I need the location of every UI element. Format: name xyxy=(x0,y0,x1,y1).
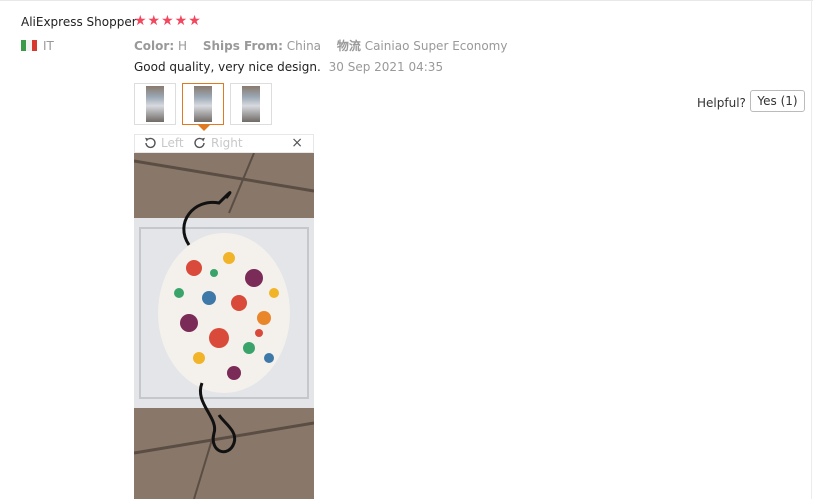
logistics-label: 物流 xyxy=(336,39,361,53)
helpful-label: Helpful? xyxy=(697,96,746,110)
reviewer-country: IT xyxy=(43,39,54,53)
review-thumbnail-3[interactable] xyxy=(230,83,272,125)
review-body: Good quality, very nice design. 30 Sep 2… xyxy=(134,60,443,74)
ships-from-value: China xyxy=(286,39,322,53)
mask-photo xyxy=(134,153,314,499)
rotate-left-button[interactable]: Left xyxy=(143,136,184,150)
rotate-right-icon xyxy=(194,137,205,149)
review-thumbnail-2[interactable] xyxy=(182,83,224,125)
logistics-value: Cainiao Super Economy xyxy=(364,39,508,53)
review-photo-large xyxy=(134,153,314,499)
rotate-left-label: Left xyxy=(161,136,184,150)
ships-from-label: Ships From: xyxy=(202,39,283,53)
italy-flag-icon xyxy=(21,40,37,51)
review-thumbnail-1[interactable] xyxy=(134,83,176,125)
rating-stars: ★★★★★ xyxy=(134,13,202,29)
reviewer-name: AliExpress Shopper xyxy=(21,15,137,29)
color-value: H xyxy=(177,39,187,53)
top-divider xyxy=(0,0,813,1)
rotate-right-button[interactable]: Right xyxy=(193,136,243,150)
review-date: 30 Sep 2021 04:35 xyxy=(328,60,444,74)
color-label: Color: xyxy=(134,39,175,53)
rotate-left-icon xyxy=(145,137,156,149)
close-viewer-button[interactable]: × xyxy=(291,135,303,151)
rotate-right-label: Right xyxy=(211,136,243,150)
selected-thumbnail-caret xyxy=(198,125,210,131)
review-text: Good quality, very nice design. xyxy=(134,60,321,74)
review-thumbnails xyxy=(134,83,272,125)
right-divider xyxy=(811,0,812,499)
review-meta: Color: H Ships From: China 物流 Cainiao Su… xyxy=(134,37,519,54)
image-viewer-toolbar: Left Right × xyxy=(134,134,314,153)
helpful-yes-button[interactable]: Yes (1) xyxy=(750,90,805,112)
